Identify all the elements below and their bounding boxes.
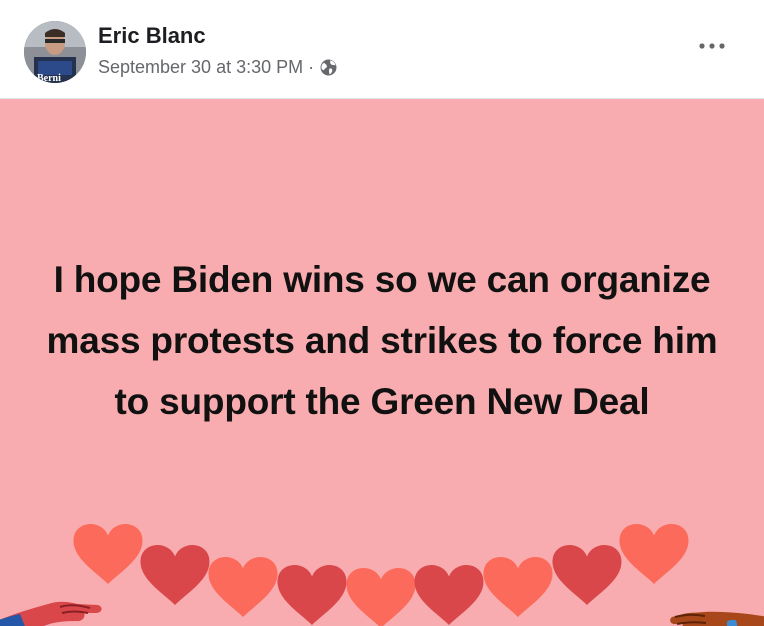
post-timestamp[interactable]: September 30 at 3:30 PM — [98, 56, 303, 78]
more-options-icon — [699, 43, 725, 49]
author-name[interactable]: Eric Blanc — [98, 23, 206, 49]
post-header: Berni Eric Blanc September 30 at 3:30 PM… — [0, 0, 764, 98]
avatar-book-text: Berni — [37, 73, 61, 83]
meta-separator: · — [308, 57, 315, 77]
avatar[interactable]: Berni — [24, 21, 86, 83]
globe-icon[interactable] — [320, 59, 337, 76]
post-text: I hope Biden wins so we can organize mas… — [46, 259, 718, 422]
post-meta: September 30 at 3:30 PM · — [98, 56, 337, 78]
post-content[interactable]: I hope Biden wins so we can organize mas… — [0, 99, 764, 626]
more-options-button[interactable] — [688, 34, 736, 58]
right-hand — [670, 611, 764, 626]
heart-garland — [0, 524, 764, 626]
